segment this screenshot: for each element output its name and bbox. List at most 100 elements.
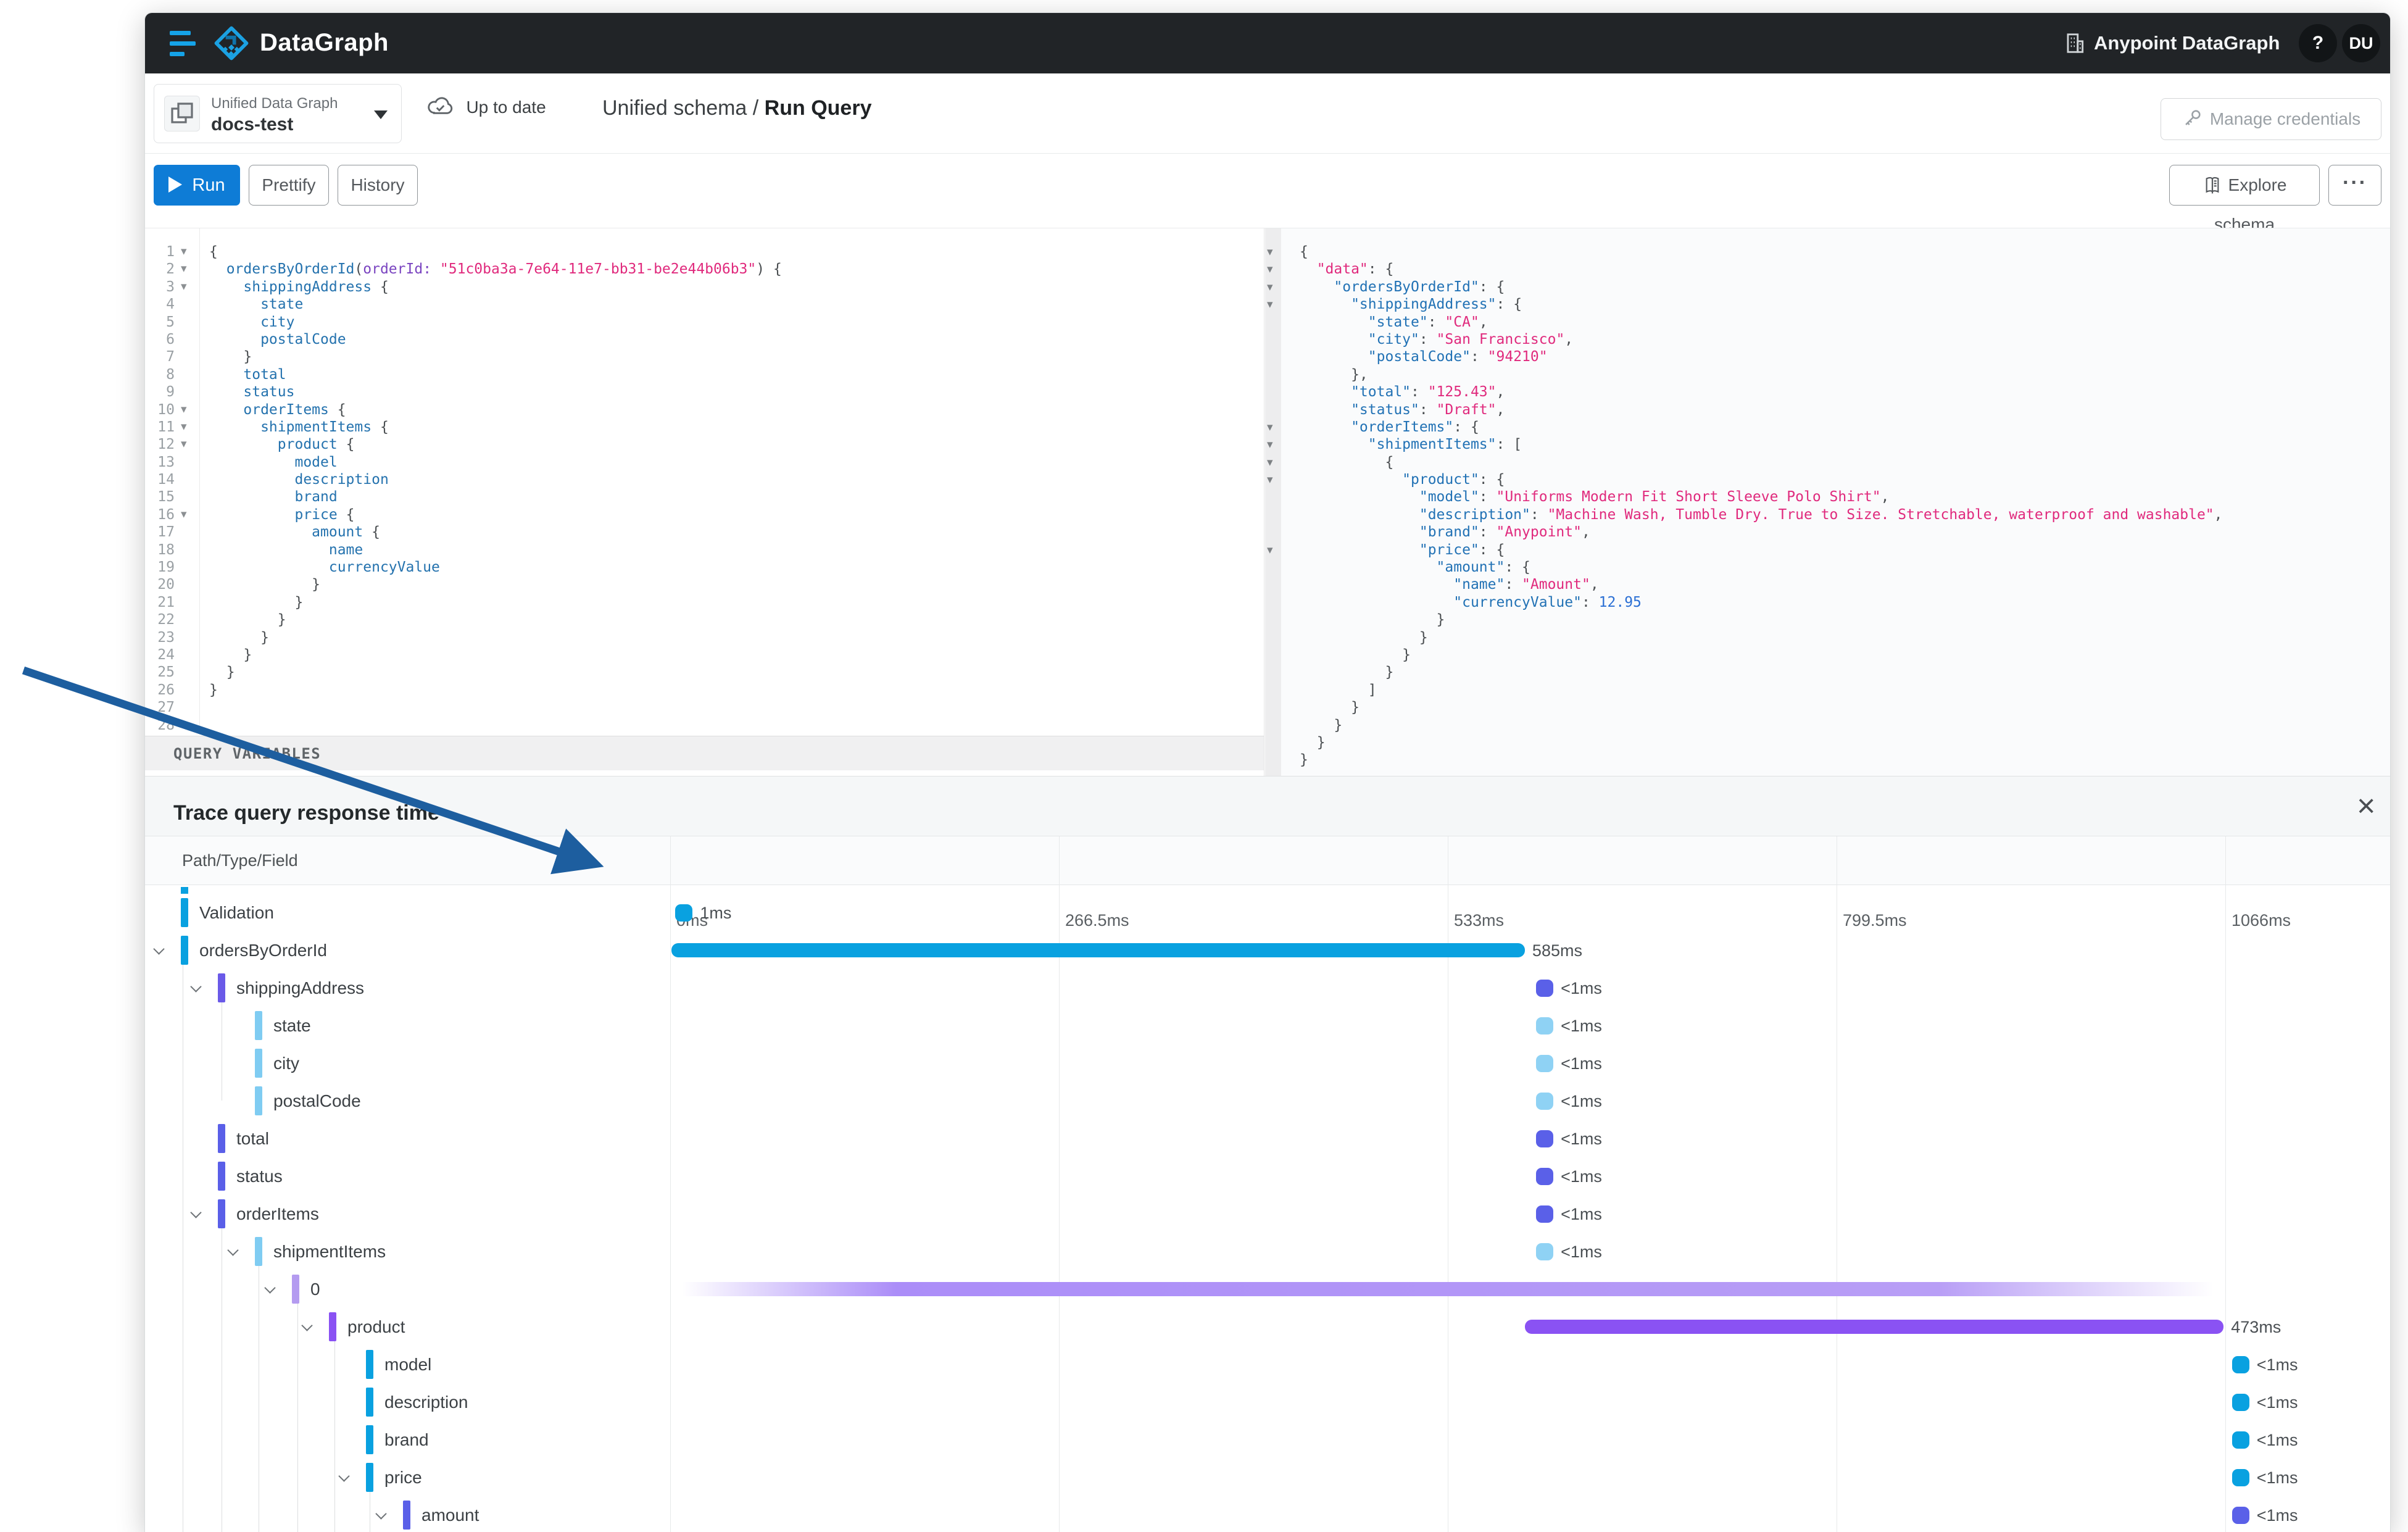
query-editor-line[interactable]: 16 ▾ price { bbox=[145, 506, 1264, 523]
fold-caret-icon[interactable]: ▾ bbox=[181, 243, 187, 260]
query-editor-line[interactable]: 2 ▾ ordersByOrderId(orderId: "51c0ba3a-7e… bbox=[145, 260, 1264, 278]
expand-caret-icon[interactable] bbox=[375, 1508, 387, 1520]
query-editor-line[interactable]: 12 ▾ product { bbox=[145, 436, 1264, 453]
trace-row[interactable]: brand <1ms bbox=[145, 1421, 2390, 1459]
trace-row[interactable]: model <1ms bbox=[145, 1346, 2390, 1383]
expand-caret-icon[interactable] bbox=[190, 981, 202, 993]
more-options-button[interactable]: ··· bbox=[2328, 165, 2381, 206]
duration-value: <1ms bbox=[1561, 1017, 1602, 1035]
expand-caret-icon[interactable] bbox=[153, 943, 165, 955]
query-editor-line[interactable]: 28 bbox=[145, 717, 1264, 734]
trace-row-label: shippingAddress bbox=[236, 978, 365, 997]
response-line: "amount": { bbox=[1300, 559, 1530, 576]
trace-row[interactable]: amount <1ms bbox=[145, 1496, 2390, 1532]
fold-caret-icon[interactable]: ▾ bbox=[181, 506, 187, 523]
query-editor-line[interactable]: 6 postalCode bbox=[145, 331, 1264, 348]
query-editor-line[interactable]: 24 } bbox=[145, 646, 1264, 664]
query-editor-line[interactable]: 25 } bbox=[145, 664, 1264, 681]
fold-caret-icon[interactable]: ▾ bbox=[1267, 541, 1273, 559]
query-editor-line[interactable]: 18 name bbox=[145, 541, 1264, 559]
fold-caret-icon[interactable]: ▾ bbox=[1267, 296, 1273, 313]
query-editor-line[interactable]: 19 currencyValue bbox=[145, 559, 1264, 576]
trace-titlebar: Trace query response time × bbox=[145, 776, 2390, 836]
fold-caret-icon[interactable]: ▾ bbox=[181, 435, 187, 452]
trace-row[interactable]: postalCode <1ms bbox=[145, 1082, 2390, 1120]
prettify-button[interactable]: Prettify bbox=[249, 165, 329, 206]
trace-row[interactable]: 0 bbox=[145, 1270, 2390, 1308]
trace-row[interactable]: Validation 1ms bbox=[145, 894, 2390, 931]
fold-caret-icon[interactable]: ▾ bbox=[1267, 454, 1273, 471]
fold-caret-icon[interactable]: ▾ bbox=[181, 418, 187, 435]
query-editor-line[interactable]: 11 ▾ shipmentItems { bbox=[145, 418, 1264, 436]
trace-row[interactable]: state <1ms bbox=[145, 1007, 2390, 1044]
trace-row[interactable]: orderItems <1ms bbox=[145, 1195, 2390, 1233]
query-editor-line[interactable]: 27 bbox=[145, 699, 1264, 716]
fold-caret-icon[interactable]: ▾ bbox=[1267, 260, 1273, 278]
expand-caret-icon[interactable] bbox=[264, 1282, 276, 1294]
query-editor-line[interactable]: 10 ▾ orderItems { bbox=[145, 401, 1264, 418]
fold-caret-icon[interactable]: ▾ bbox=[181, 401, 187, 418]
trace-row[interactable]: city <1ms bbox=[145, 1044, 2390, 1082]
query-editor-line[interactable]: 26} bbox=[145, 681, 1264, 699]
fold-caret-icon[interactable]: ▾ bbox=[1267, 278, 1273, 296]
fold-caret-icon[interactable]: ▾ bbox=[181, 260, 187, 277]
graph-selector-dropdown[interactable]: Unified Data Graph docs-test bbox=[154, 84, 402, 143]
query-editor-line[interactable]: 22 } bbox=[145, 611, 1264, 628]
trace-row-label: ordersByOrderId bbox=[199, 941, 327, 960]
trace-row[interactable]: shipmentItems <1ms bbox=[145, 1233, 2390, 1270]
line-number: 22 bbox=[157, 612, 175, 628]
query-editor-line[interactable]: 21 } bbox=[145, 594, 1264, 611]
line-number: 13 bbox=[157, 454, 175, 470]
hamburger-menu-icon[interactable] bbox=[170, 31, 197, 56]
trace-row[interactable]: status <1ms bbox=[145, 1157, 2390, 1195]
query-editor-line[interactable]: 4 state bbox=[145, 296, 1264, 313]
help-button[interactable]: ? bbox=[2299, 24, 2337, 62]
query-editor-line[interactable]: 5 city bbox=[145, 314, 1264, 331]
trace-row[interactable]: price <1ms bbox=[145, 1459, 2390, 1496]
query-editor-line[interactable]: 23 } bbox=[145, 629, 1264, 646]
duration-dot bbox=[1536, 1243, 1554, 1260]
expand-caret-icon[interactable] bbox=[338, 1470, 350, 1482]
fold-caret-icon[interactable]: ▾ bbox=[1267, 418, 1273, 436]
query-editor-line[interactable]: 20 } bbox=[145, 576, 1264, 593]
query-variables-bar[interactable]: QUERY VARIABLES bbox=[145, 736, 1264, 770]
query-editor-line[interactable]: 13 model bbox=[145, 454, 1264, 471]
expand-caret-icon[interactable] bbox=[190, 1207, 202, 1218]
manage-credentials-button[interactable]: Manage credentials bbox=[2161, 98, 2381, 140]
history-button[interactable]: History bbox=[338, 165, 418, 206]
duration-dot bbox=[1536, 1017, 1554, 1035]
fold-caret-icon[interactable]: ▾ bbox=[1267, 243, 1273, 260]
expand-caret-icon[interactable] bbox=[227, 1244, 239, 1256]
row-color-bar bbox=[181, 936, 188, 965]
line-number: 27 bbox=[157, 699, 175, 716]
trace-row-label: description bbox=[384, 1393, 468, 1412]
query-editor-line[interactable]: 9 status bbox=[145, 383, 1264, 401]
query-editor-line[interactable]: 7 } bbox=[145, 348, 1264, 365]
response-line: "model": "Uniforms Modern Fit Short Slee… bbox=[1300, 489, 1890, 506]
query-editor-line[interactable]: 3 ▾ shippingAddress { bbox=[145, 278, 1264, 296]
query-editor-line[interactable]: 15 brand bbox=[145, 488, 1264, 506]
response-line: "postalCode": "94210" bbox=[1300, 349, 1548, 365]
trace-row[interactable]: total <1ms bbox=[145, 1120, 2390, 1157]
response-panel[interactable]: ▾ ▾ ▾ ▾ ▾ ▾ ▾ ▾ ▾ { "data": { "ordersByOrderId":… bbox=[1265, 228, 2390, 776]
expand-caret-icon[interactable] bbox=[301, 1320, 313, 1331]
trace-row[interactable]: description <1ms bbox=[145, 1383, 2390, 1421]
fold-caret-icon[interactable]: ▾ bbox=[1267, 471, 1273, 488]
query-editor-line[interactable]: 17 amount { bbox=[145, 523, 1264, 541]
fold-caret-icon[interactable]: ▾ bbox=[1267, 436, 1273, 453]
trace-row[interactable]: product 473ms bbox=[145, 1308, 2390, 1346]
explore-schema-button[interactable]: Explore schema bbox=[2169, 165, 2320, 234]
trace-row[interactable]: shippingAddress <1ms bbox=[145, 969, 2390, 1007]
user-avatar[interactable]: DU bbox=[2342, 24, 2380, 62]
close-icon[interactable]: × bbox=[2357, 788, 2375, 825]
query-editor-line[interactable]: 8 total bbox=[145, 366, 1264, 383]
query-editor[interactable]: 1 ▾{2 ▾ ordersByOrderId(orderId: "51c0ba3a… bbox=[145, 228, 1264, 776]
duration-dot bbox=[2232, 1469, 2249, 1486]
query-editor-line[interactable]: 1 ▾{ bbox=[145, 243, 1264, 260]
run-button[interactable]: Run bbox=[154, 165, 240, 206]
trace-row[interactable]: ordersByOrderId 585ms bbox=[145, 931, 2390, 969]
query-workspace: 1 ▾{2 ▾ ordersByOrderId(orderId: "51c0ba3a… bbox=[145, 228, 2390, 776]
query-editor-line[interactable]: 14 description bbox=[145, 471, 1264, 488]
query-editor-code[interactable]: 1 ▾{2 ▾ ordersByOrderId(orderId: "51c0ba3a… bbox=[145, 243, 1264, 734]
fold-caret-icon[interactable]: ▾ bbox=[181, 278, 187, 295]
